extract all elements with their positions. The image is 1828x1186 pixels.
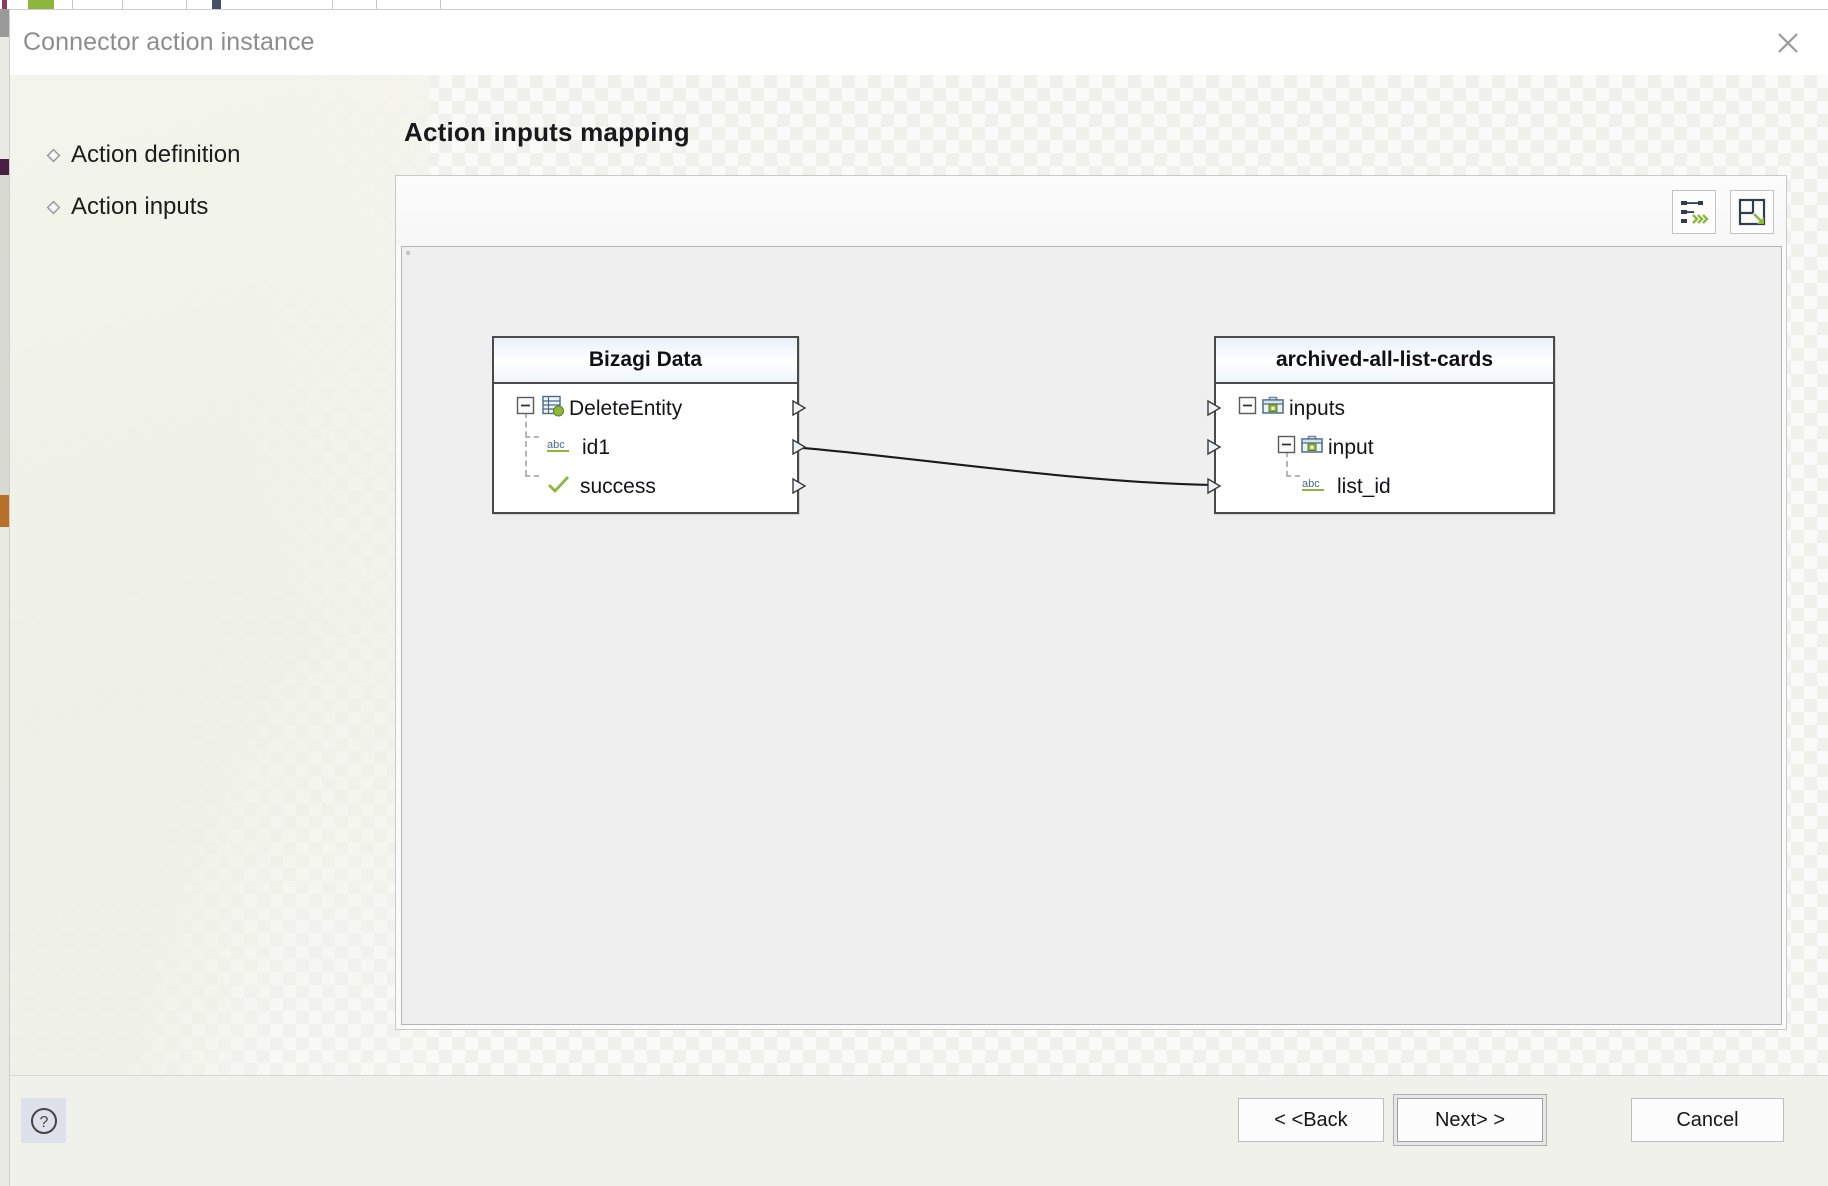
input-port-triangle[interactable] [1205,438,1223,456]
canvas-corner-marker [406,251,410,255]
step-bullet-icon [46,148,61,163]
tree-row-label: success [580,474,656,498]
connector-action-instance-dialog: Connector action instance Action definit… [9,9,1828,1186]
tree-row-success[interactable]: success [494,467,807,506]
host-app-tick [212,0,221,9]
mapping-canvas[interactable]: Bizagi Data DeleteEntity abc id1 success… [401,246,1782,1025]
host-app-tick [122,0,123,9]
host-app-tick [2,0,7,9]
mapping-toolbar [396,176,1786,246]
tree-row-label: id1 [582,435,611,459]
svg-text:abc: abc [547,439,565,451]
tree-row-list-id[interactable]: abc list_id [1207,467,1553,506]
tree-row-id1[interactable]: abc id1 [494,428,807,467]
collapse-minus-icon[interactable] [1277,435,1296,460]
host-app-left-mark [0,495,9,527]
fit-to-screen-icon[interactable] [1730,190,1774,234]
target-node-archived-all-list-cards[interactable]: archived-all-list-cards inputs input abc… [1207,336,1555,514]
tree-row-label: DeleteEntity [569,396,683,420]
tree-row-input[interactable]: input [1207,428,1553,467]
page-title: Action inputs mapping [404,117,690,147]
host-app-left-rail [0,9,9,1186]
host-app-tick [376,0,377,9]
tree-row-deleteentity[interactable]: DeleteEntity [494,389,807,428]
tree-row-label: inputs [1289,396,1346,420]
output-port-triangle[interactable] [790,399,808,417]
node-title: Bizagi Data [494,338,797,384]
sidebar-item-action-inputs[interactable]: Action inputs [46,189,336,225]
host-app-left-mark [0,9,9,37]
entity-table-icon [541,394,565,424]
next-button[interactable]: Next> > [1397,1098,1543,1142]
sidebar-item-label: Action definition [71,141,241,168]
auto-map-icon[interactable] [1672,190,1716,234]
input-port-triangle[interactable] [1205,399,1223,417]
cancel-button[interactable]: Cancel [1631,1098,1784,1142]
svg-text:?: ? [39,1114,48,1131]
collapse-minus-icon[interactable] [516,396,535,421]
node-body: DeleteEntity abc id1 success [494,384,807,512]
help-icon[interactable]: ? [21,1098,66,1143]
host-app-left-mark [0,527,9,1167]
sidebar-item-action-definition[interactable]: Action definition [46,137,336,173]
close-icon[interactable] [1766,21,1810,63]
host-app-left-mark [0,175,9,495]
tree-row-label: list_id [1337,474,1391,498]
dialog-body: Action definition Action inputs Action i… [10,75,1828,1186]
back-button[interactable]: < <Back [1238,1098,1384,1142]
host-app-tick [28,0,54,9]
node-body: inputs input abc list_id [1207,384,1553,512]
wizard-steps-sidebar: Action definition Action inputs [46,137,336,241]
dialog-footer: ? < <Back Next> > Cancel [10,1075,1828,1186]
briefcase-object-icon [1261,395,1285,423]
host-app-tick [186,0,187,9]
check-boolean-icon [546,474,572,500]
host-app-left-mark [0,159,9,175]
input-port-triangle[interactable] [1205,477,1223,495]
host-app-tick [72,0,73,9]
collapse-minus-icon[interactable] [1238,396,1257,421]
briefcase-object-icon [1300,434,1324,462]
mapping-panel: Bizagi Data DeleteEntity abc id1 success… [395,175,1787,1030]
node-title: archived-all-list-cards [1216,338,1553,384]
svg-text:abc: abc [1302,478,1320,490]
output-port-triangle[interactable] [790,438,808,456]
abc-string-icon: abc [1301,474,1329,500]
main-content-header: Action inputs mapping [395,117,1790,174]
step-bullet-icon [46,200,61,215]
source-node-bizagi-data[interactable]: Bizagi Data DeleteEntity abc id1 success [492,336,807,514]
tree-row-inputs[interactable]: inputs [1207,389,1553,428]
abc-string-icon: abc [546,435,574,461]
dialog-titlebar: Connector action instance [10,10,1828,76]
host-app-tick [332,0,333,9]
host-app-tick [440,0,441,9]
output-port-triangle[interactable] [790,477,808,495]
dialog-title: Connector action instance [23,28,315,56]
tree-row-label: input [1328,435,1374,459]
sidebar-item-label: Action inputs [71,193,209,220]
